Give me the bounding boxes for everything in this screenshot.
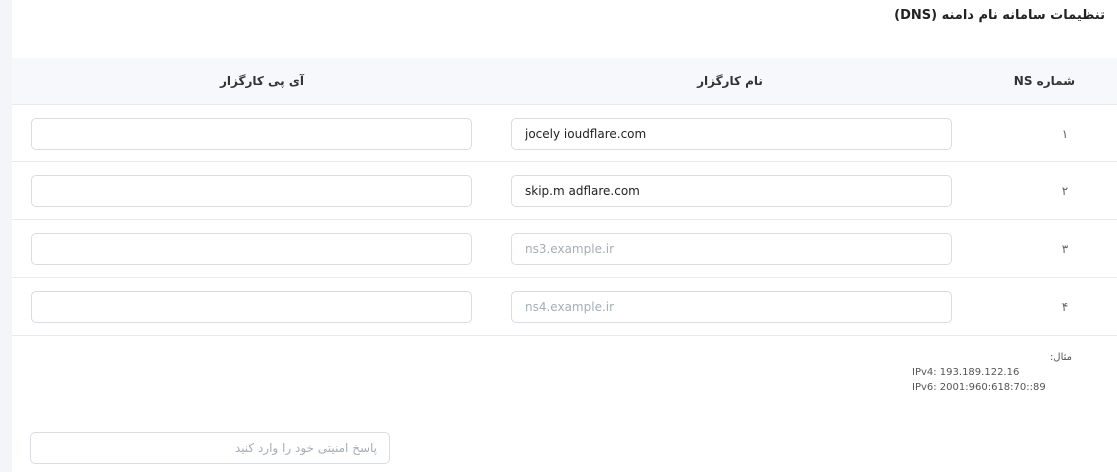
ns-number: ۳ [1061, 242, 1069, 256]
ns-number: ۴ [1061, 300, 1069, 314]
ns3-ip-input[interactable] [31, 233, 472, 265]
ns2-ip-input[interactable] [31, 175, 472, 207]
ns-number: ۲ [1061, 184, 1069, 198]
example-ipv6: IPv6: 2001:960:618:70::89 [912, 382, 1046, 393]
table-row: ۳ [12, 220, 1117, 278]
table-row: ۲ [12, 162, 1117, 220]
example-label: مثال: [1049, 352, 1072, 363]
table-header: شماره NS نام کارگزار آی پی کارگزار [12, 58, 1117, 104]
ns-number: ۱ [1061, 127, 1069, 141]
ns1-ip-input[interactable] [31, 118, 472, 150]
security-answer-input[interactable] [30, 432, 390, 464]
page-title: تنظیمات سامانه نام دامنه (DNS) [894, 8, 1105, 23]
header-server-name: نام کارگزار [697, 74, 763, 88]
table-row: ۱ [12, 104, 1117, 162]
left-strip [0, 0, 12, 472]
ns4-name-input[interactable] [511, 291, 952, 323]
table-row: ۴ [12, 278, 1117, 336]
ns2-name-input[interactable] [511, 175, 952, 207]
ns3-name-input[interactable] [511, 233, 952, 265]
ns4-ip-input[interactable] [31, 291, 472, 323]
ip-example-hint: مثال: IPv4: 193.189.122.16 IPv6: 2001:96… [912, 350, 1072, 395]
header-server-ip: آی پی کارگزار [220, 74, 304, 88]
example-ipv4: IPv4: 193.189.122.16 [912, 367, 1020, 378]
ns1-name-input[interactable] [511, 118, 952, 150]
header-ns-number: شماره NS [1013, 74, 1075, 88]
